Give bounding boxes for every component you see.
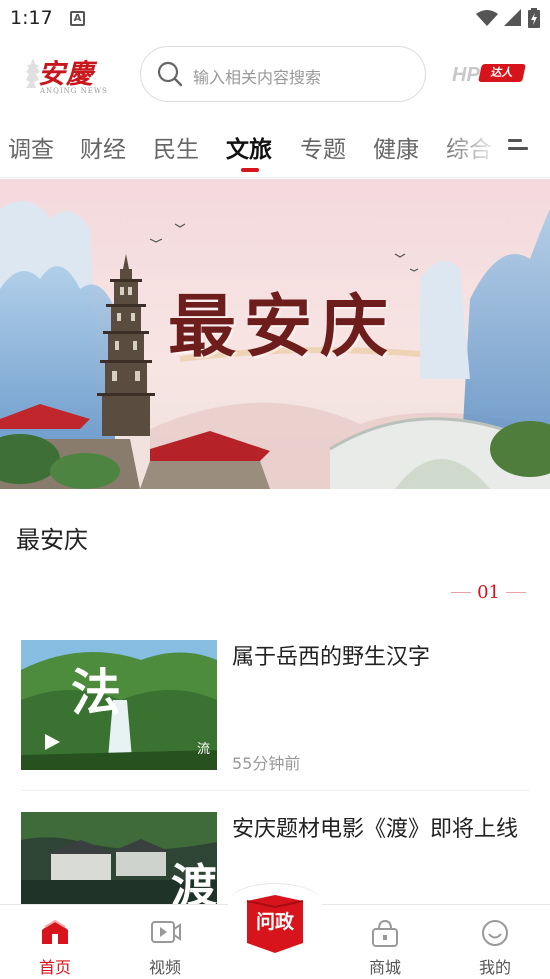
pager-line-right <box>506 592 526 593</box>
news-thumbnail: 渡 <box>21 812 217 907</box>
news-time: 55分钟前 <box>232 754 301 773</box>
nav-video-label: 视频 <box>148 958 181 977</box>
news-title: 属于岳西的野生汉字 <box>232 645 431 670</box>
banner-image[interactable]: 最安庆 <box>0 179 550 489</box>
status-bar: 1:17 A <box>0 0 550 38</box>
section-title: 最安庆 <box>16 526 88 554</box>
daren-badge: 达人 <box>478 64 526 82</box>
nav-wenzheng[interactable]: 问政 <box>243 891 307 955</box>
search-placeholder: 输入相关内容搜索 <box>193 68 322 87</box>
logo-subtext: ANQING NEWS <box>40 87 108 95</box>
tab-diaocha[interactable]: 调查 <box>8 130 54 164</box>
thumb-small-char: 流 <box>197 742 210 757</box>
thumb-char: 渡 <box>171 859 217 907</box>
play-icon[interactable] <box>43 733 61 751</box>
news-item[interactable]: 法 流 属于岳西的野生汉字 55分钟前 <box>0 640 550 780</box>
thumb-char: 法 <box>71 663 121 722</box>
app-logo[interactable]: 安慶 ANQING NEWS <box>22 52 110 100</box>
profile-icon <box>482 920 508 946</box>
active-tab-indicator <box>241 168 259 172</box>
nav-shop-label: 商城 <box>368 958 401 977</box>
status-icons <box>476 8 540 28</box>
nav-video[interactable]: 视频 <box>125 905 205 979</box>
nav-profile[interactable]: 我的 <box>455 905 535 979</box>
nav-wenzheng-label: 问政 <box>255 911 294 933</box>
hp-daren-button[interactable]: HP 达人 <box>452 62 526 88</box>
village-thumbnail: 渡 <box>21 812 217 907</box>
search-input[interactable]: 输入相关内容搜索 <box>140 46 426 102</box>
news-thumbnail: 法 流 <box>21 640 217 770</box>
channel-menu-icon[interactable] <box>508 139 528 153</box>
channel-tabs: 调查 财经 民生 文旅 专题 健康 综合 <box>0 112 550 178</box>
pager-line-left <box>451 592 472 593</box>
nav-home-label: 首页 <box>38 958 71 977</box>
status-time: 1:17 <box>10 7 53 29</box>
section-pager: 01 <box>451 582 526 603</box>
tab-caijing[interactable]: 财经 <box>80 130 126 164</box>
wifi-icon <box>476 10 498 26</box>
logo-text: 安慶 <box>38 59 94 90</box>
news-title: 安庆题材电影《渡》即将上线 <box>232 817 519 842</box>
video-icon <box>151 921 181 943</box>
battery-icon <box>528 8 540 28</box>
notification-icon: A <box>70 11 85 26</box>
search-icon <box>157 61 183 87</box>
banner-title: 最安庆 <box>168 287 397 367</box>
tab-zhuanti[interactable]: 专题 <box>300 130 346 164</box>
app-header: 安慶 ANQING NEWS 输入相关内容搜索 HP 达人 <box>0 38 550 112</box>
tab-jiankang[interactable]: 健康 <box>373 130 419 164</box>
nav-profile-label: 我的 <box>478 958 511 977</box>
news-divider <box>21 790 529 791</box>
tab-minsheng[interactable]: 民生 <box>153 130 199 164</box>
shop-icon <box>372 919 398 947</box>
tab-wenlv[interactable]: 文旅 <box>226 130 272 164</box>
tabs-fade <box>440 112 550 176</box>
hp-text: HP <box>452 64 480 86</box>
nav-home[interactable]: 首页 <box>15 905 95 979</box>
home-icon <box>42 919 68 944</box>
pager-number: 01 <box>477 582 500 603</box>
bottom-nav: 首页 视频 问政 商城 我的 <box>0 883 550 979</box>
signal-icon <box>504 9 521 26</box>
nav-shop[interactable]: 商城 <box>345 905 425 979</box>
